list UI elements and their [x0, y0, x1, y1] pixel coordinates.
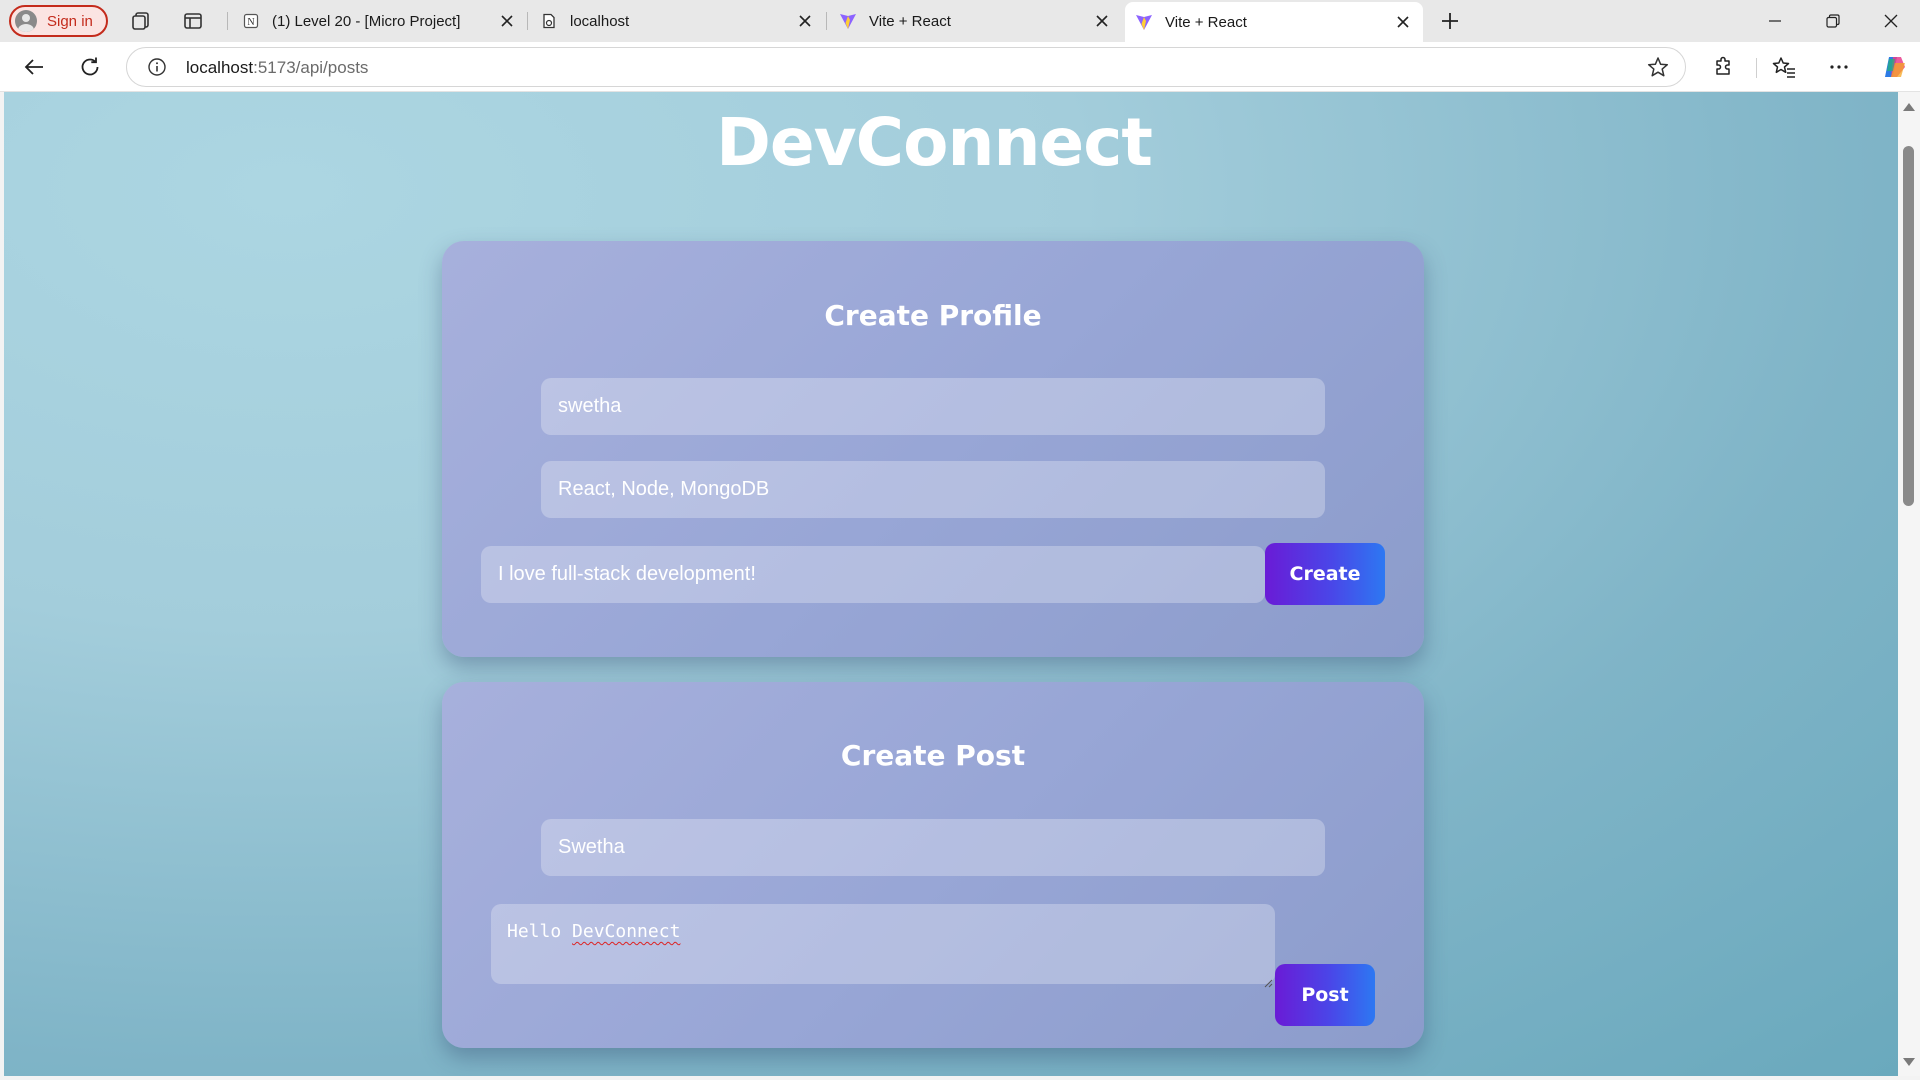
url-text: localhost:5173/api/posts	[186, 58, 368, 78]
address-bar[interactable]: localhost:5173/api/posts	[126, 47, 1686, 87]
toolbar-separator	[1756, 58, 1757, 78]
close-tab-icon[interactable]	[1391, 10, 1415, 34]
close-window-button[interactable]	[1868, 6, 1914, 36]
url-host: localhost	[186, 58, 254, 77]
tab-level-20[interactable]: N (1) Level 20 - [Micro Project]	[232, 4, 527, 38]
refresh-button[interactable]	[77, 54, 103, 80]
new-tab-button[interactable]	[1438, 9, 1462, 33]
tab-vite-react[interactable]: Vite + React	[829, 4, 1122, 38]
tab-title: localhost	[570, 12, 630, 30]
tab-title: (1) Level 20 - [Micro Project]	[272, 12, 461, 30]
skills-input[interactable]: React, Node, MongoDB	[541, 461, 1325, 518]
minimize-button[interactable]	[1752, 6, 1798, 36]
post-content-textarea[interactable]: Hello DevConnect	[491, 904, 1275, 988]
post-button[interactable]: Post	[1275, 964, 1375, 1026]
restore-button[interactable]	[1810, 6, 1856, 36]
post-content-misspelled-word: DevConnect	[572, 921, 681, 942]
extensions-icon[interactable]	[1711, 54, 1737, 80]
page-scrollbar[interactable]	[1898, 92, 1920, 1076]
sign-in-label: Sign in	[47, 12, 93, 30]
back-button[interactable]	[21, 54, 47, 80]
close-tab-icon[interactable]	[495, 9, 519, 33]
favorite-star-icon[interactable]	[1647, 56, 1669, 78]
profile-avatar-icon	[15, 10, 37, 32]
vite-icon	[1135, 13, 1153, 31]
name-input[interactable]: swetha	[541, 378, 1325, 435]
tab-title: Vite + React	[869, 12, 951, 30]
author-input[interactable]: Swetha	[541, 819, 1325, 876]
bio-input[interactable]: I love full-stack development!	[481, 546, 1265, 603]
tab-separator	[826, 12, 827, 30]
tab-separator	[227, 12, 228, 30]
tab-strip: Sign in N (1) Level 20 - [Micro Project]…	[0, 0, 1920, 42]
page-viewport: DevConnect Create Profile swetha React, …	[4, 92, 1898, 1076]
tab-vite-react-active[interactable]: Vite + React	[1125, 2, 1423, 42]
workspaces-icon[interactable]	[129, 9, 153, 33]
tab-actions-icon[interactable]	[181, 9, 205, 33]
post-content-word: Hello	[507, 921, 573, 942]
app-title: DevConnect	[716, 104, 1153, 181]
site-info-icon[interactable]	[147, 57, 167, 77]
tab-title: Vite + React	[1165, 13, 1247, 31]
create-post-heading: Create Post	[840, 739, 1026, 772]
create-button[interactable]: Create	[1265, 543, 1385, 605]
resize-grip-icon[interactable]	[1263, 972, 1273, 988]
close-tab-icon[interactable]	[1090, 9, 1114, 33]
sign-in-button[interactable]: Sign in	[9, 5, 108, 37]
create-post-card: Create Post Swetha Hello DevConnect Post	[442, 682, 1424, 1048]
favorites-icon[interactable]	[1771, 54, 1797, 80]
scroll-up-arrow-icon[interactable]	[1903, 103, 1915, 111]
vite-icon	[839, 12, 857, 30]
create-profile-heading: Create Profile	[824, 299, 1042, 332]
scrollbar-thumb[interactable]	[1903, 146, 1914, 506]
tab-separator	[527, 12, 528, 30]
close-tab-icon[interactable]	[793, 9, 817, 33]
tab-localhost[interactable]: localhost	[530, 4, 825, 38]
url-path: :5173/api/posts	[253, 58, 369, 77]
create-profile-card: Create Profile swetha React, Node, Mongo…	[442, 241, 1424, 657]
scroll-down-arrow-icon[interactable]	[1903, 1058, 1915, 1066]
notion-icon: N	[242, 12, 260, 30]
copilot-icon[interactable]	[1880, 52, 1910, 82]
browser-toolbar: localhost:5173/api/posts	[0, 42, 1920, 92]
svg-text:N: N	[247, 17, 254, 28]
page-icon	[540, 12, 558, 30]
more-options-icon[interactable]	[1826, 54, 1852, 80]
